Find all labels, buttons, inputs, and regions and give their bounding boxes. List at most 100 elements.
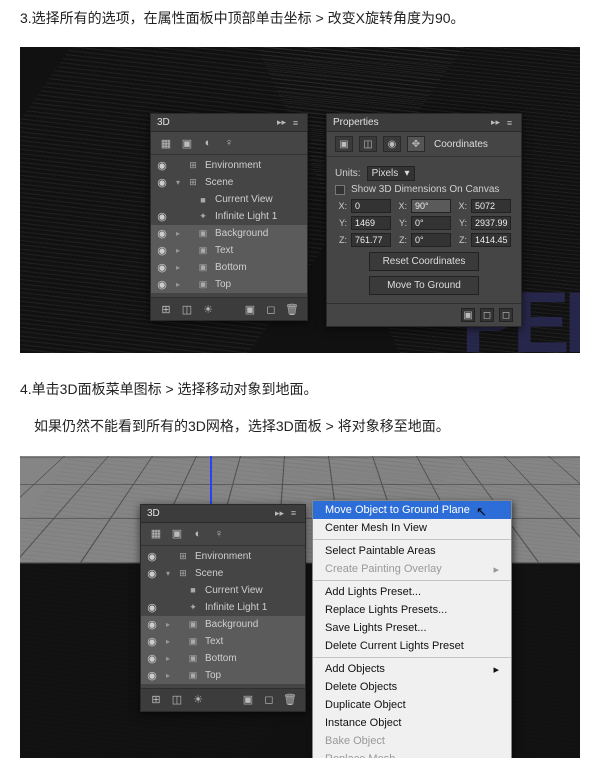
expand-caret-icon[interactable]: ▸ — [163, 654, 173, 663]
footer-new-icon[interactable]: ◻ — [264, 302, 278, 316]
prop-tab-mesh-icon[interactable]: ▣ — [335, 136, 353, 152]
expand-caret-icon[interactable]: ▸ — [173, 229, 183, 238]
coord-input[interactable]: 0 — [351, 199, 391, 213]
coord-input[interactable]: 0° — [411, 216, 451, 230]
footer-trash-icon[interactable]: 🗑 — [285, 302, 299, 316]
visibility-eye-icon[interactable]: ◉ — [145, 669, 159, 682]
visibility-eye-icon[interactable]: ◉ — [155, 210, 169, 223]
filter-material-icon[interactable]: ◐ — [191, 527, 205, 541]
tree-row[interactable]: ◉⊞Environment — [151, 157, 307, 174]
footer-new-icon[interactable]: ◻ — [262, 693, 276, 707]
tree-row[interactable]: ◉▸▣Top — [151, 276, 307, 293]
show-3d-checkbox[interactable] — [335, 185, 345, 195]
visibility-eye-icon[interactable]: ◉ — [155, 227, 169, 240]
footer-icon-1[interactable]: ⊞ — [159, 302, 173, 316]
tree-row[interactable]: ◉▸▣Text — [151, 242, 307, 259]
menu-item[interactable]: Duplicate Object — [313, 696, 511, 714]
visibility-eye-icon[interactable]: ◉ — [155, 244, 169, 257]
context-menu[interactable]: Move Object to Ground PlaneCenter Mesh I… — [312, 500, 512, 758]
panel-collapse-icon[interactable]: ▸▸ — [274, 508, 285, 519]
tree-row[interactable]: ◉⊞Environment — [141, 548, 305, 565]
tree-row[interactable]: ◉▸▣Background — [141, 616, 305, 633]
visibility-eye-icon[interactable]: ◉ — [145, 550, 159, 563]
expand-caret-icon[interactable]: ▸ — [163, 620, 173, 629]
tree-row[interactable]: ◉▸▣Bottom — [141, 650, 305, 667]
panel-menu-icon[interactable]: ≡ — [504, 117, 515, 128]
tree-row[interactable]: ◉▸▣Background — [151, 225, 307, 242]
visibility-eye-icon[interactable]: ◉ — [145, 567, 159, 580]
footer-icon-3[interactable]: ☀ — [201, 302, 215, 316]
expand-caret-icon[interactable]: ▸ — [173, 246, 183, 255]
coord-input[interactable]: 1414.45 — [471, 233, 511, 247]
prop-tab-coordinates-icon[interactable]: ✥ — [407, 136, 425, 152]
footer-icon-2[interactable]: ◫ — [180, 302, 194, 316]
panel-collapse-icon[interactable]: ▸▸ — [276, 117, 287, 128]
menu-item[interactable]: Center Mesh In View — [313, 519, 511, 537]
reset-coordinates-button[interactable]: Reset Coordinates — [369, 252, 479, 271]
menu-item[interactable]: Add Objects▸ — [313, 660, 511, 678]
panel-3d-tabbar[interactable]: 3D ▸▸ ≡ — [151, 114, 307, 132]
visibility-eye-icon[interactable]: ◉ — [155, 159, 169, 172]
visibility-eye-icon[interactable]: ◉ — [155, 176, 169, 189]
menu-item[interactable]: Delete Objects — [313, 678, 511, 696]
tree-row[interactable]: ◉✦Infinite Light 1 — [151, 208, 307, 225]
move-to-ground-button[interactable]: Move To Ground — [369, 276, 479, 295]
footer-icon-2[interactable]: ◫ — [170, 693, 184, 707]
visibility-eye-icon[interactable]: ◉ — [155, 261, 169, 274]
prop-tab-cap-icon[interactable]: ◉ — [383, 136, 401, 152]
menu-item[interactable]: Instance Object — [313, 714, 511, 732]
filter-light-icon[interactable]: ♀ — [222, 136, 236, 150]
footer-icon-1[interactable]: ⊞ — [149, 693, 163, 707]
coord-input[interactable]: 1469 — [351, 216, 391, 230]
prop-tab-deform-icon[interactable]: ◫ — [359, 136, 377, 152]
menu-item[interactable]: Select Paintable Areas — [313, 542, 511, 560]
filter-light-icon[interactable]: ♀ — [212, 527, 226, 541]
panel-prop-tabbar[interactable]: Properties ▸▸ ≡ — [327, 114, 521, 132]
coord-input[interactable]: 5072 — [471, 199, 511, 213]
tree-row[interactable]: ■Current View — [151, 191, 307, 208]
visibility-eye-icon[interactable]: ◉ — [145, 601, 159, 614]
panel-menu-icon[interactable]: ≡ — [290, 117, 301, 128]
panel-3d-tabbar[interactable]: 3D ▸▸ ≡ — [141, 505, 305, 523]
expand-caret-icon[interactable]: ▸ — [173, 263, 183, 272]
coord-input[interactable]: 761.77 — [351, 233, 391, 247]
filter-mesh-icon[interactable]: ▣ — [180, 136, 194, 150]
menu-item[interactable]: Delete Current Lights Preset — [313, 637, 511, 655]
units-select[interactable]: Pixels▾ — [367, 166, 415, 181]
tree-row[interactable]: ◉▸▣Text — [141, 633, 305, 650]
panel-collapse-icon[interactable]: ▸▸ — [490, 117, 501, 128]
visibility-eye-icon[interactable]: ◉ — [145, 635, 159, 648]
tree-row[interactable]: ◉▾⊞Scene — [141, 565, 305, 582]
tree-row[interactable]: ■Current View — [141, 582, 305, 599]
panel-menu-icon[interactable]: ≡ — [288, 508, 299, 519]
footer-render-icon[interactable]: ▣ — [243, 302, 257, 316]
coord-input[interactable]: 2937.99 — [471, 216, 511, 230]
footer-trash-icon[interactable]: 🗑 — [283, 693, 297, 707]
filter-all-icon[interactable]: ▦ — [159, 136, 173, 150]
tree-row[interactable]: ◉▾⊞Scene — [151, 174, 307, 191]
filter-mesh-icon[interactable]: ▣ — [170, 527, 184, 541]
expand-caret-icon[interactable]: ▾ — [163, 569, 173, 578]
tree-row[interactable]: ◉▸▣Top — [141, 667, 305, 684]
visibility-eye-icon[interactable]: ◉ — [145, 618, 159, 631]
filter-material-icon[interactable]: ◐ — [201, 136, 215, 150]
footer-toggle-2[interactable]: ◻ — [480, 308, 494, 322]
expand-caret-icon[interactable]: ▸ — [163, 671, 173, 680]
coord-input[interactable]: 0° — [411, 233, 451, 247]
footer-render-icon[interactable]: ▣ — [241, 693, 255, 707]
footer-toggle-1[interactable]: ▣ — [461, 308, 475, 322]
menu-item[interactable]: Add Lights Preset... — [313, 583, 511, 601]
tree-row[interactable]: ◉▸▣Bottom — [151, 259, 307, 276]
menu-item[interactable]: Save Lights Preset... — [313, 619, 511, 637]
expand-caret-icon[interactable]: ▾ — [173, 178, 183, 187]
footer-toggle-3[interactable]: ◻ — [499, 308, 513, 322]
visibility-eye-icon[interactable]: ◉ — [145, 652, 159, 665]
expand-caret-icon[interactable]: ▸ — [163, 637, 173, 646]
footer-icon-3[interactable]: ☀ — [191, 693, 205, 707]
coord-input[interactable]: 90° — [411, 199, 451, 213]
visibility-eye-icon[interactable]: ◉ — [155, 278, 169, 291]
expand-caret-icon[interactable]: ▸ — [173, 280, 183, 289]
filter-all-icon[interactable]: ▦ — [149, 527, 163, 541]
tree-row[interactable]: ◉✦Infinite Light 1 — [141, 599, 305, 616]
menu-item[interactable]: Replace Lights Presets... — [313, 601, 511, 619]
